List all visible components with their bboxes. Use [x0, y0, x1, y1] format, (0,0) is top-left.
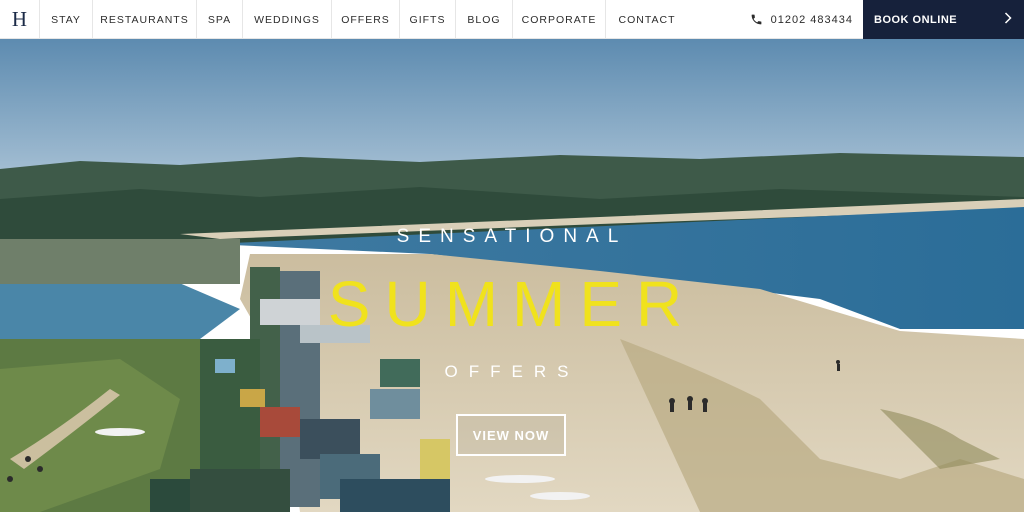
logo[interactable]: H [0, 0, 40, 39]
nav-item-stay[interactable]: STAY [40, 0, 93, 39]
nav-item-offers[interactable]: OFFERS [332, 0, 400, 39]
nav-item-corporate[interactable]: CORPORATE [513, 0, 606, 39]
nav-item-blog[interactable]: BLOG [456, 0, 513, 39]
nav-item-weddings[interactable]: WEDDINGS [243, 0, 332, 39]
chevron-right-icon [1004, 11, 1012, 28]
phone-link[interactable]: 01202 483434 [738, 0, 863, 39]
top-navigation: H STAY RESTAURANTS SPA WEDDINGS OFFERS G… [0, 0, 1024, 39]
book-online-button[interactable]: BOOK ONLINE [863, 0, 1024, 39]
nav-item-gifts[interactable]: GIFTS [400, 0, 456, 39]
nav-item-restaurants[interactable]: RESTAURANTS [93, 0, 197, 39]
phone-icon [750, 13, 763, 26]
phone-number: 01202 483434 [770, 13, 853, 26]
view-now-button[interactable]: VIEW NOW [456, 414, 566, 456]
book-online-label: BOOK ONLINE [874, 13, 958, 26]
nav-item-contact[interactable]: CONTACT [606, 0, 688, 39]
nav-item-spa[interactable]: SPA [197, 0, 243, 39]
